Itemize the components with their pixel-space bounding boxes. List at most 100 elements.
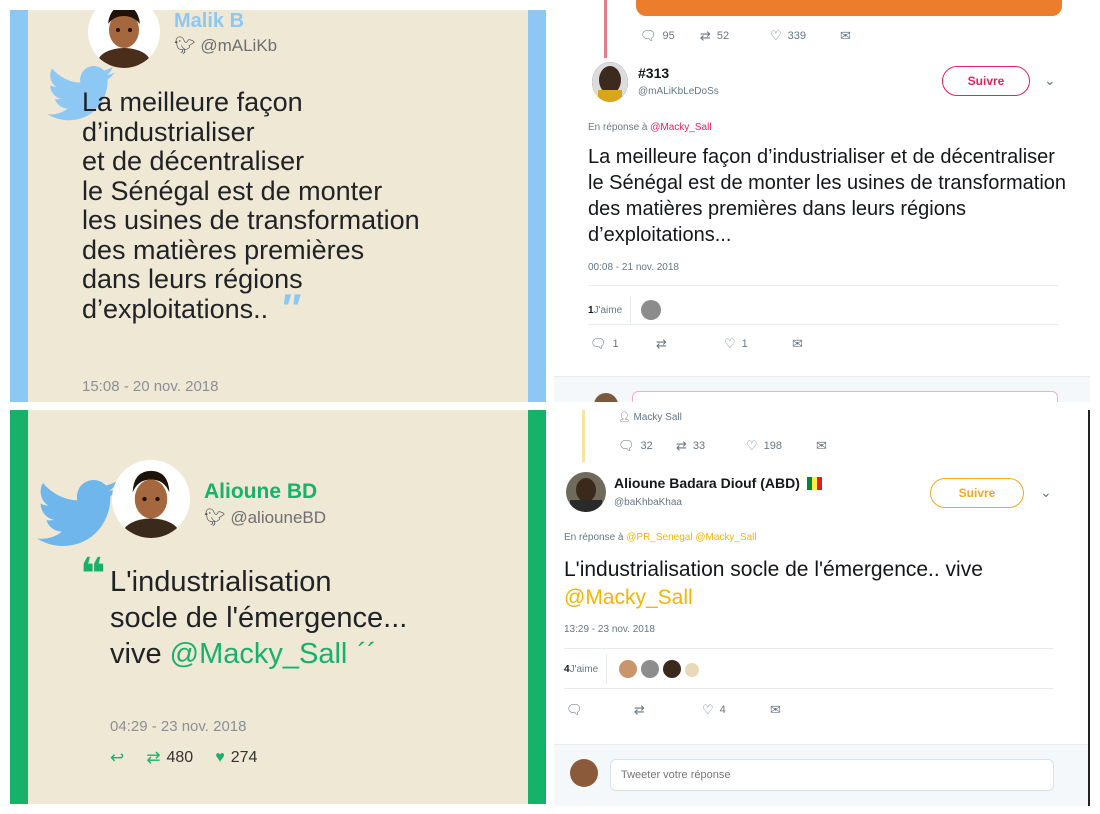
quote-line: des matières premières [82, 234, 365, 265]
twitter-bird-icon: 🐦︎ [174, 36, 196, 55]
tweet-actions: 🗨︎ ⇄ ♡ 4 ✉︎ [566, 702, 781, 718]
message-icon[interactable]: ✉︎ [840, 28, 851, 44]
likes-summary[interactable]: 1 J'aime [588, 296, 665, 324]
user-icon: 👤︎ [618, 412, 631, 423]
reply-count: 32 [640, 440, 653, 452]
reply-stat[interactable]: 🗨︎ 95 [640, 28, 700, 44]
divider [564, 648, 1054, 649]
avatar [594, 393, 618, 402]
retweet-stat[interactable]: ⇄ 33 [676, 438, 746, 454]
reply-icon: 🗨︎ [590, 336, 607, 351]
mention-link[interactable]: @Macky_Sall [564, 584, 1064, 612]
context-user-name[interactable]: Macky Sall [633, 412, 681, 423]
avatar[interactable] [566, 472, 606, 512]
message-icon[interactable]: ✉︎ [792, 336, 803, 352]
likes-summary[interactable]: 4 J'aime [564, 654, 703, 684]
heart-icon: ♥ [215, 749, 225, 766]
likes-label: J'aime [569, 663, 599, 675]
display-name-text: Alioune Badara Diouf (ABD) [614, 475, 800, 491]
reply-icon: 🗨︎ [566, 702, 583, 717]
reply-mention[interactable]: @PR_Senegal @Macky_Sall [626, 532, 756, 543]
senegal-flag-icon [806, 477, 822, 490]
likes-label: J'aime [593, 304, 623, 316]
like-stat[interactable]: ♥ 274 [215, 749, 257, 767]
quote-line: L'industrialisation [110, 566, 332, 598]
display-name[interactable]: #313 [638, 65, 669, 81]
handle[interactable]: @mALiKbLeDoSs [638, 86, 719, 97]
retweet-icon: ⇄ [634, 702, 645, 717]
avatar[interactable] [641, 300, 662, 320]
reply-stat[interactable]: 🗨︎ 32 [618, 438, 676, 454]
quote-line: et de décentraliser [82, 146, 305, 176]
display-name: Alioune BD [204, 480, 318, 503]
like-stat[interactable]: ♡ 198 [746, 438, 816, 454]
like-count: 4 [719, 704, 726, 716]
retweet-stat[interactable]: ⇄ 52 [700, 28, 770, 44]
tweet-malik: 🗨︎ 95 ⇄ 52 ♡ 339 ✉︎ #313 @mALiKbLeDoSs Suiv… [554, 0, 1090, 402]
message-icon[interactable]: ✉︎ [770, 702, 781, 718]
tweet-text: L'industrialisation socle de l'émergence… [564, 556, 1064, 612]
tweet-timestamp[interactable]: 00:08 - 21 nov. 2018 [588, 262, 679, 273]
quote-line: d’industrialiser [82, 116, 255, 147]
retweet-icon: ⇄ [656, 336, 667, 351]
reply-stat[interactable]: 🗨︎ [566, 702, 634, 718]
prev-tweet-stats: 🗨︎ 32 ⇄ 33 ♡ 198 ✉︎ [618, 438, 827, 454]
like-stat[interactable]: ♡ 339 [770, 28, 840, 44]
follow-button[interactable]: Suivre [942, 66, 1030, 96]
follow-button[interactable]: Suivre [930, 478, 1024, 508]
like-count: 274 [230, 749, 258, 766]
mention-link[interactable]: @Macky_Sall [170, 638, 348, 670]
handle: 🐦︎ @mALiKb [174, 36, 277, 56]
quote-text: L'industrialisation socle de l'émergence… [110, 564, 407, 672]
chevron-down-icon[interactable]: ⌄ [1044, 72, 1056, 89]
avatar[interactable] [641, 660, 660, 678]
media-preview[interactable] [636, 0, 1062, 16]
quote-text-part: vive [110, 638, 170, 670]
avatar[interactable] [663, 660, 682, 678]
reply-input[interactable] [610, 759, 1054, 791]
context-user: 👤︎ Macky Sall [618, 412, 682, 423]
handle[interactable]: @baKhbaKhaa [614, 497, 682, 508]
quote-last-line: d’exploitations.. ″ [82, 289, 420, 329]
avatar [570, 759, 598, 787]
handle: 🐦︎ @aliouneBD [204, 508, 326, 528]
tweet-stats: ↩ ⇄ 480 ♥ 274 [110, 748, 257, 768]
twitter-bird-icon: 🐦︎ [204, 508, 226, 527]
reply-mention[interactable]: @Macky_Sall [650, 122, 711, 133]
avatar [88, 10, 160, 68]
quote-text: La meilleure façon d’industrialiser et d… [82, 87, 420, 329]
tweet-timestamp[interactable]: 13:29 - 23 nov. 2018 [564, 624, 655, 635]
twitter-bird-icon [37, 480, 119, 546]
reply-box-area [554, 376, 1090, 402]
retweet-stat[interactable]: ⇄ 480 [146, 748, 193, 768]
reply-box-area [554, 744, 1088, 806]
display-name[interactable]: Alioune Badara Diouf (ABD) [614, 475, 822, 491]
retweet-icon: ⇄ [676, 438, 687, 453]
retweet-stat[interactable]: ⇄ [634, 702, 702, 718]
quote-line: vive @Macky_Sall ´´ [110, 636, 407, 672]
avatar[interactable] [619, 660, 638, 678]
handle-text: @mALiKb [200, 36, 278, 55]
reply-prefix: En réponse à [564, 532, 627, 543]
tweet-actions: 🗨︎ 1 ⇄ ♡ 1 ✉︎ [590, 336, 803, 352]
retweet-count: 33 [692, 440, 706, 452]
reply-count: 95 [662, 30, 675, 42]
retweet-count: 52 [716, 30, 730, 42]
chevron-down-icon[interactable]: ⌄ [1040, 484, 1052, 501]
display-name: Malik B [174, 10, 245, 32]
tweet-date: 15:08 - 20 nov. 2018 [82, 378, 219, 395]
retweet-stat[interactable]: ⇄ [656, 336, 724, 352]
reply-input[interactable] [632, 391, 1058, 402]
reply-icon: 🗨︎ [618, 438, 635, 453]
reply-prefix: En réponse à [588, 122, 651, 133]
message-icon[interactable]: ✉︎ [816, 438, 827, 454]
avatar[interactable] [592, 62, 628, 102]
reply-stat[interactable]: 🗨︎ 1 [590, 336, 656, 352]
like-stat[interactable]: ♡ 4 [702, 702, 770, 718]
reply-icon[interactable]: ↩ [110, 748, 124, 768]
avatar[interactable] [685, 663, 700, 677]
quote-card-alioune: Alioune BD 🐦︎ @aliouneBD ❝ L'industriali… [10, 410, 546, 804]
quote-line: les usines de transformation [82, 205, 420, 235]
like-stat[interactable]: ♡ 1 [724, 336, 792, 352]
tweet-text: La meilleure façon d’industrialiser et d… [588, 146, 1067, 246]
